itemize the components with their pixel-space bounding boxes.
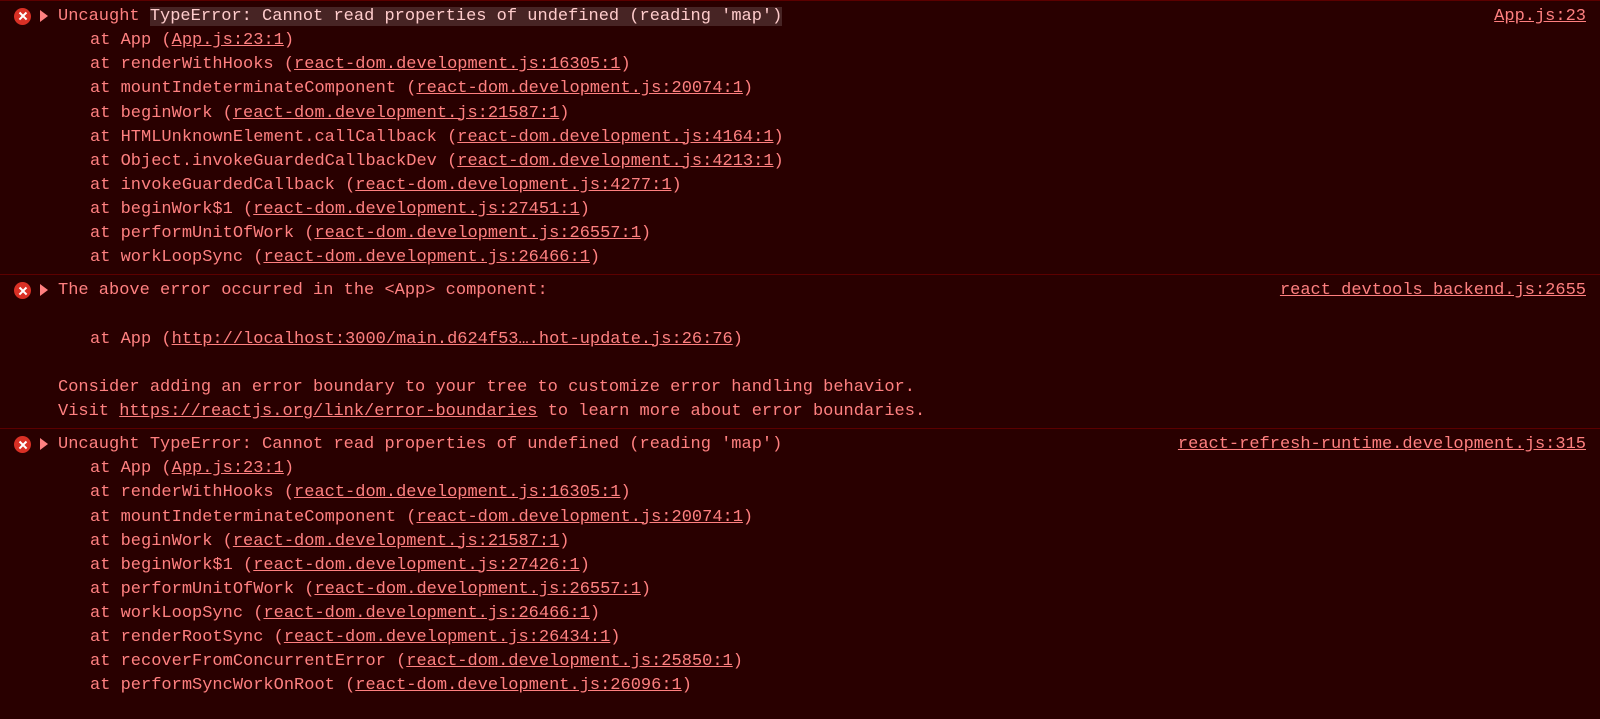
- stack-trace: at App (App.js:23:1) at renderWithHooks …: [0, 457, 1600, 698]
- stack-source-link[interactable]: react-dom.development.js:20074:1: [416, 508, 742, 527]
- error-message: The above error occurred in the <App> co…: [58, 281, 548, 300]
- stack-frame: at renderWithHooks (react-dom.developmen…: [90, 481, 1600, 505]
- stack-frame: at performSyncWorkOnRoot (react-dom.deve…: [90, 674, 1600, 698]
- stack-source-link[interactable]: react-dom.development.js:26466:1: [263, 604, 589, 623]
- stack-frame: at workLoopSync (react-dom.development.j…: [90, 246, 1600, 270]
- error-icon: [14, 8, 31, 25]
- console-error-entry: Uncaught TypeError: Cannot read properti…: [0, 0, 1600, 274]
- advice-text: Consider adding an error boundary to you…: [0, 376, 1600, 400]
- stack-frame: at App (http://localhost:3000/main.d624f…: [90, 328, 1600, 352]
- source-link[interactable]: react_devtools_backend.js:2655: [1280, 281, 1586, 300]
- stack-frame: at workLoopSync (react-dom.development.j…: [90, 602, 1600, 626]
- stack-source-link[interactable]: react-dom.development.js:26557:1: [314, 224, 640, 243]
- stack-frame: at invokeGuardedCallback (react-dom.deve…: [90, 174, 1600, 198]
- stack-frame: at renderRootSync (react-dom.development…: [90, 626, 1600, 650]
- stack-source-link[interactable]: http://localhost:3000/main.d624f53….hot-…: [172, 330, 733, 349]
- stack-frame: at beginWork$1 (react-dom.development.js…: [90, 198, 1600, 222]
- stack-frame: at Object.invokeGuardedCallbackDev (reac…: [90, 150, 1600, 174]
- error-icon: [14, 436, 31, 453]
- stack-frame: at recoverFromConcurrentError (react-dom…: [90, 650, 1600, 674]
- stack-source-link[interactable]: react-dom.development.js:4164:1: [457, 128, 773, 147]
- console-error-entry: The above error occurred in the <App> co…: [0, 274, 1600, 428]
- advice-text: Visit https://reactjs.org/link/error-bou…: [0, 400, 1600, 424]
- stack-frame: at HTMLUnknownElement.callCallback (reac…: [90, 126, 1600, 150]
- source-link[interactable]: App.js:23: [1494, 7, 1586, 26]
- stack-source-link[interactable]: react-dom.development.js:26557:1: [314, 580, 640, 599]
- stack-source-link[interactable]: react-dom.development.js:25850:1: [406, 652, 732, 671]
- stack-source-link[interactable]: App.js:23:1: [172, 31, 284, 50]
- stack-source-link[interactable]: react-dom.development.js:27451:1: [253, 200, 579, 219]
- stack-trace: at App (App.js:23:1) at renderWithHooks …: [0, 29, 1600, 270]
- stack-frame: at performUnitOfWork (react-dom.developm…: [90, 578, 1600, 602]
- stack-source-link[interactable]: react-dom.development.js:20074:1: [416, 79, 742, 98]
- stack-frame: at beginWork (react-dom.development.js:2…: [90, 530, 1600, 554]
- stack-source-link[interactable]: react-dom.development.js:16305:1: [294, 55, 620, 74]
- error-prefix: Uncaught: [58, 7, 150, 26]
- stack-source-link[interactable]: react-dom.development.js:26466:1: [263, 248, 589, 267]
- expand-caret-icon[interactable]: [40, 438, 48, 450]
- stack-frame: at beginWork (react-dom.development.js:2…: [90, 102, 1600, 126]
- source-link[interactable]: react-refresh-runtime.development.js:315: [1178, 435, 1586, 454]
- stack-source-link[interactable]: react-dom.development.js:21587:1: [233, 532, 559, 551]
- console-error-entry: Uncaught TypeError: Cannot read properti…: [0, 428, 1600, 702]
- expand-caret-icon[interactable]: [40, 284, 48, 296]
- stack-frame: at mountIndeterminateComponent (react-do…: [90, 506, 1600, 530]
- stack-source-link[interactable]: react-dom.development.js:26434:1: [284, 628, 610, 647]
- error-icon: [14, 282, 31, 299]
- stack-trace: at App (http://localhost:3000/main.d624f…: [0, 328, 1600, 352]
- stack-source-link[interactable]: react-dom.development.js:4277:1: [355, 176, 671, 195]
- stack-source-link[interactable]: react-dom.development.js:21587:1: [233, 104, 559, 123]
- stack-source-link[interactable]: react-dom.development.js:26096:1: [355, 676, 681, 695]
- stack-frame: at mountIndeterminateComponent (react-do…: [90, 77, 1600, 101]
- error-message-highlighted: TypeError: Cannot read properties of und…: [150, 7, 783, 26]
- stack-source-link[interactable]: App.js:23:1: [172, 459, 284, 478]
- stack-source-link[interactable]: react-dom.development.js:16305:1: [294, 483, 620, 502]
- stack-frame: at renderWithHooks (react-dom.developmen…: [90, 53, 1600, 77]
- docs-link[interactable]: https://reactjs.org/link/error-boundarie…: [119, 402, 537, 421]
- stack-frame: at App (App.js:23:1): [90, 457, 1600, 481]
- stack-frame: at beginWork$1 (react-dom.development.js…: [90, 554, 1600, 578]
- stack-source-link[interactable]: react-dom.development.js:4213:1: [457, 152, 773, 171]
- error-message: Uncaught TypeError: Cannot read properti…: [58, 435, 782, 454]
- stack-frame: at performUnitOfWork (react-dom.developm…: [90, 222, 1600, 246]
- expand-caret-icon[interactable]: [40, 10, 48, 22]
- stack-source-link[interactable]: react-dom.development.js:27426:1: [253, 556, 579, 575]
- stack-frame: at App (App.js:23:1): [90, 29, 1600, 53]
